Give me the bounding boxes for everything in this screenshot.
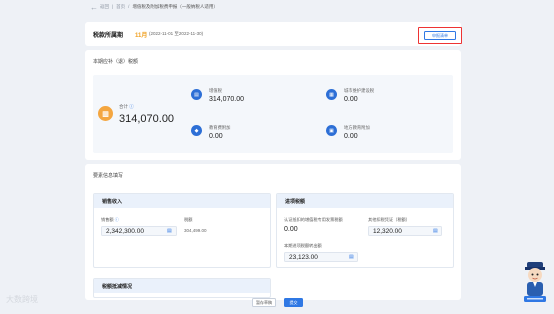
other-tax-label: 其他扣税凭证（税额） xyxy=(368,217,410,222)
city-tax-label: 城市维护建设税 xyxy=(344,88,375,93)
tax-summary-title: 本期应补（退）税额 xyxy=(93,59,139,65)
period-range: (2022-11-01 至2022-11-30) xyxy=(149,31,204,36)
book-icon: ▣ xyxy=(326,125,337,136)
sales-tax-label: 税额 xyxy=(184,217,193,222)
deduction-title: 税额抵减情况 xyxy=(94,279,270,293)
sales-title: 销售收入 xyxy=(94,194,270,208)
tax-summary-card: 本期应补（退）税额 xyxy=(85,50,461,160)
watermark: 大数跨境 xyxy=(6,295,38,304)
transfer-tax-input[interactable]: 23,123.00 xyxy=(284,252,358,262)
breadcrumb-home[interactable]: 首页 xyxy=(116,4,125,9)
edu-label: 教育费附加 xyxy=(209,125,231,130)
edu-value: 0.00 xyxy=(209,133,223,140)
cert-tax-value: 0.00 xyxy=(284,226,298,233)
period-month: 11月 xyxy=(135,33,148,39)
edit-icon[interactable]: ▤ xyxy=(349,254,354,260)
vat-value: 314,070.00 xyxy=(209,96,245,103)
save-draft-button[interactable]: 暂存草稿 xyxy=(252,298,276,307)
edit-icon[interactable]: ▤ xyxy=(167,228,172,234)
local-edu-value: 0.00 xyxy=(344,133,358,140)
sales-tax-value: 304,499.00 xyxy=(184,228,207,233)
deduction-panel: 税额抵减情况 xyxy=(93,278,271,298)
mascot-icon[interactable] xyxy=(522,258,548,304)
total-icon: ▥ xyxy=(98,106,113,121)
transfer-tax-label: 本期进项税额转出额 xyxy=(284,243,322,248)
cert-tax-label: 认证抵扣的增值税专用发票税额 xyxy=(284,217,343,222)
period-label: 税款所属期 xyxy=(93,33,124,39)
submit-button[interactable]: 提交 xyxy=(284,298,303,307)
back-arrow-icon[interactable]: ← xyxy=(90,3,98,12)
city-tax-value: 0.00 xyxy=(344,96,358,103)
basic-info-title: 要素信息填写 xyxy=(93,173,124,179)
input-tax-title: 进项税额 xyxy=(277,194,453,208)
total-value: 314,070.00 xyxy=(119,113,175,125)
vat-label: 增值税 xyxy=(209,88,222,93)
other-tax-input[interactable]: 12,320.00 xyxy=(368,226,442,236)
graduation-icon: ◆ xyxy=(191,125,202,136)
sales-amount-input[interactable]: 2,342,300.00 xyxy=(101,226,177,236)
local-edu-label: 地方教育附加 xyxy=(344,125,370,130)
period-card: 税款所属期 11月 (2022-11-01 至2022-11-30) xyxy=(85,22,461,46)
building-icon: ▦ xyxy=(326,89,337,100)
breadcrumb-back[interactable]: 返回 xyxy=(100,4,109,9)
sales-amount-label: 销售额 ⓘ xyxy=(101,217,119,222)
top-bar: ← 返回 | 首页 / 增值税及附加税费申报（一般纳税人适用） xyxy=(0,0,554,16)
breadcrumb: 返回 | 首页 / 增值税及附加税费申报（一般纳税人适用） xyxy=(100,4,218,9)
vat-icon: ▤ xyxy=(191,89,202,100)
declaration-list-button[interactable]: 申报清单 xyxy=(424,31,456,40)
total-label: 合计 ⓘ xyxy=(119,104,134,109)
edit-icon[interactable]: ▤ xyxy=(433,228,438,234)
breadcrumb-current: 增值税及附加税费申报（一般纳税人适用） xyxy=(132,4,218,9)
